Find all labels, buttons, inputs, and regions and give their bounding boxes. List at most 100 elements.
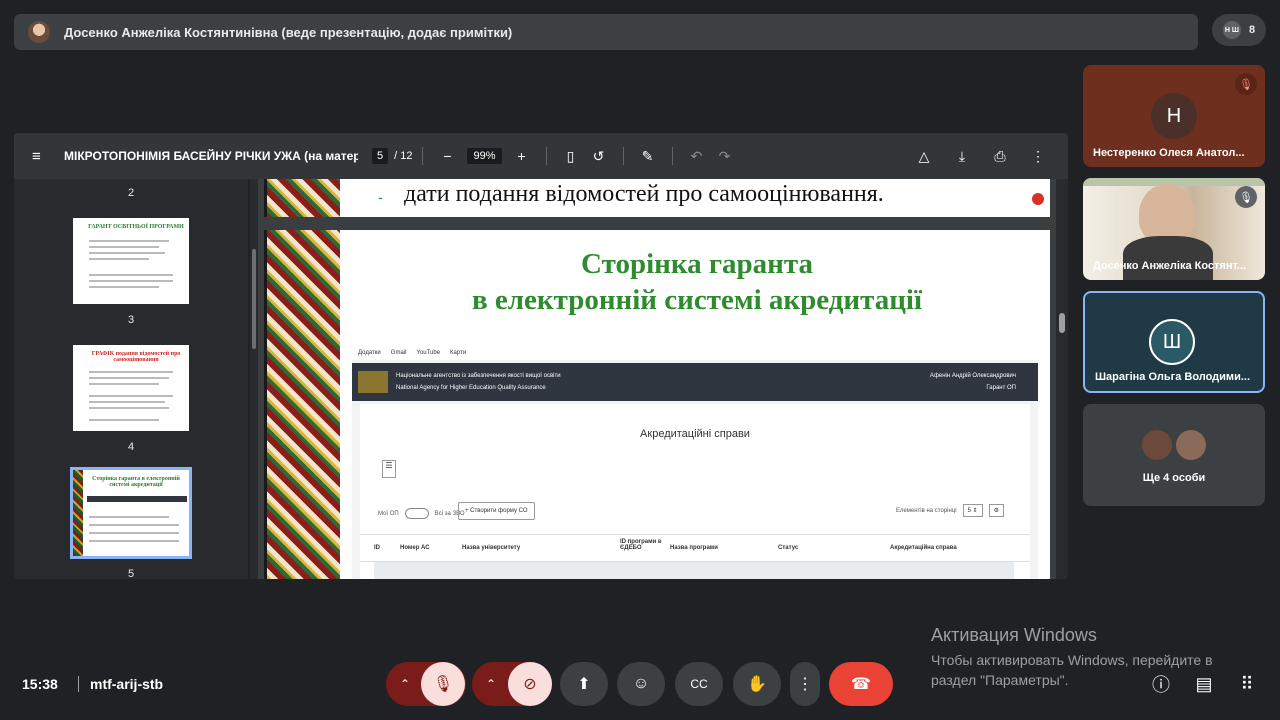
meeting-code: mtf-arij-stb	[90, 676, 164, 692]
column-header: Акредитаційна справа	[890, 545, 957, 551]
accreditation-title: Акредитаційні справи	[640, 428, 750, 440]
zoom-in-icon[interactable]: +	[512, 148, 532, 164]
toolbar-divider	[545, 147, 547, 165]
thumbnail-text-line	[89, 377, 169, 379]
thumbnail-panel: 2 ГАРАНТ ОСВІТНЬОЇ ПРОГРАМИ 3 ГРАФІК под…	[14, 179, 248, 579]
thumbnail-text-line	[89, 286, 159, 288]
page-number-input[interactable]: 5	[372, 148, 389, 164]
camera-options-chevron-icon[interactable]: ⌃	[486, 677, 496, 691]
thumbnail-scrollbar[interactable]	[250, 179, 258, 579]
present-screen-button[interactable]: ⬆	[560, 662, 608, 706]
thumbnail-ornament	[73, 470, 83, 556]
create-form-button: + Створити форму СО	[458, 502, 535, 520]
present-screen-icon: ⬆	[577, 676, 591, 693]
captions-icon: CC	[690, 677, 708, 691]
thumbnail-title: Сторінка гаранта в електронній системі а…	[92, 476, 180, 488]
redo-icon[interactable]: ↷	[715, 148, 735, 165]
toolbar-divider	[671, 147, 673, 165]
column-header: ID	[374, 545, 380, 551]
more-participants-label: Ще 4 особи	[1142, 472, 1206, 484]
slide-heading: Сторінка гаранта в електронній системі а…	[344, 246, 1050, 318]
settings-icon: ⚙	[988, 504, 1004, 517]
thumbnail-text-line	[87, 496, 187, 502]
draw-icon[interactable]: ✎	[638, 148, 658, 165]
thumbnail-title: ГАРАНТ ОСВІТНЬОЇ ПРОГРАМИ	[88, 224, 184, 230]
column-header: Статус	[778, 545, 799, 551]
raise-hand-button[interactable]: ✋	[733, 662, 781, 706]
slide-text-line: дати подання відомостей про самооцінюван…	[404, 181, 884, 207]
download-icon[interactable]: ⤓	[952, 148, 972, 165]
toolbar-divider	[422, 147, 424, 165]
page-area: - дати подання відомостей про самооцінюв…	[258, 179, 1056, 579]
thumbnail-number: 4	[127, 441, 135, 453]
thumbnail-text-line	[89, 401, 165, 403]
thumbnail-text-line	[89, 383, 159, 385]
thumbnail-page-4[interactable]: ГРАФІК подання відомостей про самооцінюв…	[73, 345, 189, 431]
print-icon[interactable]: ⎙	[990, 148, 1010, 165]
captions-button[interactable]: CC	[675, 662, 723, 706]
meeting-info-icon[interactable]: ⓘ	[1149, 672, 1173, 696]
thumbnail-page-5[interactable]: Сторінка гаранта в електронній системі а…	[70, 467, 192, 559]
fit-page-icon[interactable]: ▯	[561, 148, 581, 165]
agency-name-en: National Agency for Higher Education Qua…	[396, 385, 546, 391]
add-to-drive-icon[interactable]: △	[914, 148, 934, 165]
slide-heading-line-2: в електронній системі акредитації	[471, 284, 923, 316]
presenter-bar: Досенко Анжеліка Костянтинівна (веде пре…	[14, 14, 1198, 50]
more-participants-tile[interactable]: Ще 4 особи	[1083, 404, 1265, 506]
pdf-toolbar: ≡ МІКРОТОПОНІМІЯ БАСЕЙНУ РІЧКИ УЖА (на м…	[14, 133, 1068, 179]
agency-logo	[358, 371, 388, 393]
participant-name: Нестеренко Олеся Анатол...	[1093, 147, 1245, 159]
more-options-button[interactable]: ⋮	[790, 662, 820, 706]
hang-up-icon: ☎	[851, 676, 871, 693]
activities-icon[interactable]: ⠿	[1235, 672, 1259, 696]
mic-toggle-button[interactable]: 🎙	[421, 662, 465, 706]
zoom-input[interactable]: 99%	[467, 148, 502, 164]
rotate-icon[interactable]: ↺	[589, 148, 609, 165]
thumbnail-number: 2	[127, 187, 135, 199]
more-options-icon[interactable]: ⋮	[1028, 148, 1048, 165]
table-row	[374, 562, 1014, 579]
mic-options-chevron-icon[interactable]: ⌃	[400, 677, 410, 691]
participant-name: Досенко Анжеліка Костянт...	[1093, 260, 1247, 272]
bookmark: Gmail	[390, 350, 407, 356]
column-header: Назва програми	[670, 545, 718, 551]
leave-call-button[interactable]: ☎	[829, 662, 893, 706]
thumbnail-scroll-thumb[interactable]	[252, 249, 256, 349]
participant-tile-video[interactable]: 🎙 Досенко Анжеліка Костянт...	[1083, 178, 1265, 280]
participants-button[interactable]: Н Ш 8	[1212, 14, 1266, 46]
clock: 15:38	[22, 676, 58, 692]
participant-tile-speaking[interactable]: Ш Шарагіна Ольга Володими...	[1083, 291, 1265, 393]
per-page-label: Елементів на сторінці	[895, 507, 957, 514]
undo-icon[interactable]: ↶	[687, 148, 707, 165]
camera-toggle-button[interactable]: ⊘	[508, 662, 552, 706]
bookmarks-bar: Додатки Gmail YouTube Карти	[352, 346, 1038, 360]
column-header: ID програми в ЄДЕБО	[620, 539, 662, 551]
slide-page-5: Сторінка гаранта в електронній системі а…	[264, 230, 1050, 579]
per-page-select: 5 ⇕	[962, 504, 983, 517]
thumbnail-text-line	[89, 407, 169, 409]
participants-avatars-icon: Н Ш	[1222, 21, 1241, 39]
participant-tile[interactable]: Н 🎙 Нестеренко Олеся Анатол...	[1083, 65, 1265, 167]
zoom-out-icon[interactable]: −	[437, 148, 457, 164]
participant-video-body	[1123, 236, 1213, 280]
thumbnail-number: 3	[127, 314, 135, 326]
thumbnail-text-line	[89, 371, 173, 373]
reactions-button[interactable]: ☺	[617, 662, 665, 706]
menu-icon[interactable]: ≡	[32, 148, 46, 165]
toolbar-divider	[622, 147, 624, 165]
hand-icon: ✋	[747, 676, 767, 693]
mic-off-icon: 🎙	[1235, 73, 1257, 95]
page-scroll-thumb[interactable]	[1059, 313, 1065, 333]
thumbnail-page-3[interactable]: ГАРАНТ ОСВІТНЬОЇ ПРОГРАМИ	[73, 218, 189, 304]
thumbnail-text-line	[89, 516, 169, 518]
thumbnail-text-line	[89, 280, 173, 282]
participant-video-face	[1139, 184, 1195, 244]
divider	[78, 676, 79, 692]
chat-icon[interactable]: ▤	[1192, 672, 1216, 696]
participants-count: 8	[1248, 24, 1256, 36]
agency-header: Національне агентство із забезпечення як…	[352, 363, 1038, 401]
thumbnail-text-line	[89, 252, 165, 254]
bookmark: YouTube	[416, 350, 441, 356]
thumbnail-number: 5	[127, 568, 135, 579]
page-scrollbar[interactable]	[1056, 179, 1068, 579]
